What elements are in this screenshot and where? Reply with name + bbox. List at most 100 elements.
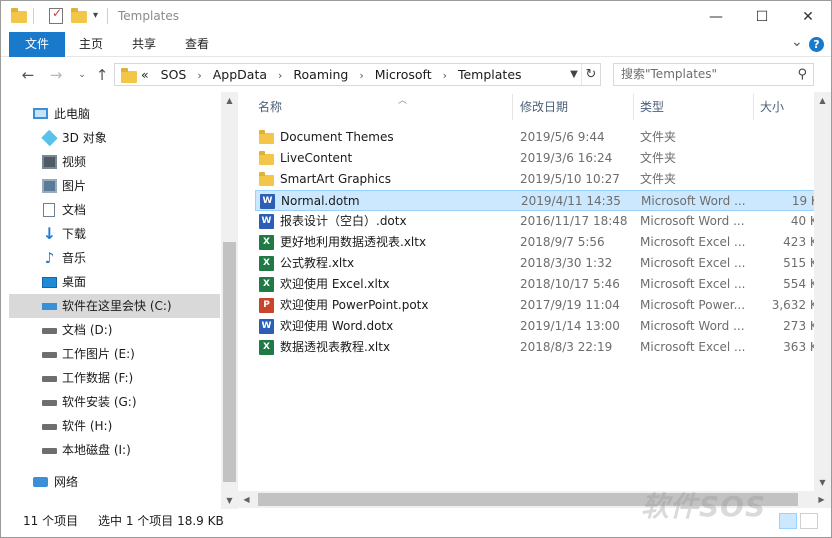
- forward-arrow-icon[interactable]: →: [47, 66, 65, 84]
- file-date: 2018/9/7 5:56: [520, 235, 605, 249]
- file-type: 文件夹: [640, 130, 677, 144]
- nav-item-desktop[interactable]: 桌面: [9, 270, 220, 294]
- scroll-up-icon[interactable]: ▲: [221, 92, 238, 109]
- breadcrumb-separator-icon[interactable]: ›: [278, 69, 282, 82]
- sort-ascending-icon: ︿: [398, 96, 408, 106]
- nav-item-pictures[interactable]: 图片: [9, 174, 220, 198]
- breadcrumb-separator-icon[interactable]: ›: [359, 69, 363, 82]
- scrollbar-thumb[interactable]: [223, 242, 236, 482]
- file-date: 2016/11/17 18:48: [520, 214, 628, 228]
- file-row[interactable]: X 欢迎使用 Excel.xltx 2018/10/17 5:46 Microsoft…: [255, 274, 831, 295]
- nav-item-downloads[interactable]: ↓ 下载: [9, 222, 220, 246]
- maximize-button[interactable]: ☐: [739, 1, 785, 32]
- tab-share[interactable]: 共享: [123, 32, 165, 57]
- nav-item-drive-e[interactable]: 工作图片 (E:): [9, 342, 220, 366]
- file-row[interactable]: LiveContent 2019/3/6 16:24 文件夹: [255, 148, 831, 169]
- back-arrow-icon[interactable]: ←: [19, 66, 37, 84]
- tab-file[interactable]: 文件: [9, 32, 65, 57]
- file-row[interactable]: SmartArt Graphics 2019/5/10 10:27 文件夹: [255, 169, 831, 190]
- file-list-vertical-scrollbar[interactable]: ▲ ▼: [814, 92, 831, 491]
- column-header-type[interactable]: 类型: [640, 92, 750, 122]
- scroll-up-icon[interactable]: ▲: [814, 92, 831, 109]
- nav-item-documents[interactable]: 文档: [9, 198, 220, 222]
- video-icon: [42, 155, 57, 169]
- nav-item-drive-i[interactable]: 本地磁盘 (I:): [9, 438, 220, 462]
- file-name: 欢迎使用 Word.dotx: [280, 319, 394, 333]
- address-folder-icon: [121, 68, 137, 83]
- file-row[interactable]: X 更好地利用数据透视表.xltx 2018/9/7 5:56 Microsoft E…: [255, 232, 831, 253]
- scroll-left-icon[interactable]: ◀: [238, 491, 255, 508]
- drive-icon: [42, 328, 57, 334]
- file-date: 2019/4/11 14:35: [521, 194, 621, 208]
- nav-item-drive-c[interactable]: 软件在这里会快 (C:): [9, 294, 220, 318]
- recent-locations-chevron-icon[interactable]: ⌄: [73, 70, 91, 80]
- nav-item-videos[interactable]: 视频: [9, 150, 220, 174]
- file-row[interactable]: X 公式教程.xltx 2018/3/30 1:32 Microsoft Excel …: [255, 253, 831, 274]
- drive-icon: [42, 352, 57, 358]
- navigation-pane: 此电脑 3D 对象 视频 图片 文档 ↓ 下载 ♪ 音乐 桌面 软件在这里会快 …: [1, 92, 238, 509]
- breadcrumb-separator-icon[interactable]: ›: [197, 69, 201, 82]
- word-file-icon: W: [259, 319, 274, 334]
- drive-icon: [42, 400, 57, 406]
- file-type: Microsoft Word ...: [641, 194, 746, 208]
- scroll-down-icon[interactable]: ▼: [814, 474, 831, 491]
- refresh-icon[interactable]: ↻: [581, 64, 600, 85]
- nav-pane-scrollbar[interactable]: ▲ ▼: [221, 92, 238, 509]
- properties-icon[interactable]: ✓: [49, 6, 63, 24]
- breadcrumb-item[interactable]: Templates: [458, 67, 522, 82]
- column-header-name[interactable]: 名称 ︿: [258, 92, 498, 122]
- file-row[interactable]: X 数据透视表教程.xltx 2018/8/3 22:19 Microsoft Exc…: [255, 337, 831, 358]
- scroll-right-icon[interactable]: ▶: [813, 491, 830, 508]
- file-row[interactable]: Document Themes 2019/5/6 9:44 文件夹: [255, 127, 831, 148]
- up-arrow-icon[interactable]: ↑: [93, 66, 111, 84]
- breadcrumb-item[interactable]: Roaming: [293, 67, 348, 82]
- quick-access-dropdown-icon[interactable]: ▾: [93, 8, 103, 24]
- nav-item-music[interactable]: ♪ 音乐: [9, 246, 220, 270]
- address-bar[interactable]: « SOS › AppData › Roaming › Microsoft › …: [114, 63, 601, 86]
- word-file-icon: W: [260, 194, 275, 209]
- breadcrumb-item[interactable]: Microsoft: [375, 67, 432, 82]
- breadcrumb-item[interactable]: AppData: [213, 67, 267, 82]
- tab-home[interactable]: 主页: [71, 32, 111, 57]
- details-view-icon[interactable]: [779, 513, 797, 529]
- file-list: 名称 ︿ 修改日期 类型 大小 Document Themes 2019/5/6 …: [238, 92, 831, 509]
- file-name: 数据透视表教程.xltx: [280, 340, 391, 354]
- nav-item-3d-objects[interactable]: 3D 对象: [9, 126, 220, 150]
- minimize-button[interactable]: —: [693, 1, 739, 32]
- file-row[interactable]: W 报表设计（空白）.dotx 2016/11/17 18:48 Microsoft …: [255, 211, 831, 232]
- nav-item-drive-h[interactable]: 软件 (H:): [9, 414, 220, 438]
- file-row[interactable]: P 欢迎使用 PowerPoint.potx 2017/9/19 11:04 Micr…: [255, 295, 831, 316]
- help-icon[interactable]: ?: [809, 37, 824, 52]
- drive-c-icon: [42, 303, 57, 310]
- tab-view[interactable]: 查看: [176, 32, 218, 57]
- breadcrumb-overflow[interactable]: «: [141, 67, 149, 82]
- search-icon[interactable]: ⚲: [797, 64, 807, 85]
- nav-item-drive-g[interactable]: 软件安装 (G:): [9, 390, 220, 414]
- drive-icon: [42, 424, 57, 430]
- address-dropdown-icon[interactable]: ▼: [567, 65, 581, 84]
- file-row[interactable]: W 欢迎使用 Word.dotx 2019/1/14 13:00 Microsoft …: [255, 316, 831, 337]
- word-file-icon: W: [259, 214, 274, 229]
- search-box[interactable]: 搜索"Templates" ⚲: [613, 63, 814, 86]
- nav-item-network[interactable]: 网络: [9, 470, 220, 494]
- new-folder-icon[interactable]: [71, 8, 87, 24]
- scroll-down-icon[interactable]: ▼: [221, 492, 238, 509]
- breadcrumb: « SOS › AppData › Roaming › Microsoft › …: [141, 64, 522, 85]
- nav-item-this-pc[interactable]: 此电脑: [9, 102, 220, 126]
- close-button[interactable]: ✕: [785, 1, 831, 32]
- file-name: Normal.dotm: [281, 194, 360, 208]
- file-date: 2018/3/30 1:32: [520, 256, 613, 270]
- breadcrumb-separator-icon[interactable]: ›: [443, 69, 447, 82]
- file-type: Microsoft Excel ...: [640, 340, 746, 354]
- file-row[interactable]: W Normal.dotm 2019/4/11 14:35 Microsoft Wor…: [255, 190, 831, 211]
- nav-item-drive-d[interactable]: 文档 (D:): [9, 318, 220, 342]
- explorer-window: ✓ ▾ Templates — ☐ ✕ 文件 主页 共享 查看 ⌄ ? ← → …: [0, 0, 832, 538]
- ribbon-expand-icon[interactable]: ⌄: [791, 34, 803, 50]
- breadcrumb-item[interactable]: SOS: [161, 67, 187, 82]
- search-input[interactable]: 搜索"Templates": [621, 64, 717, 85]
- large-icons-view-icon[interactable]: [800, 513, 818, 529]
- item-count: 11 个项目: [23, 514, 79, 528]
- nav-item-drive-f[interactable]: 工作数据 (F:): [9, 366, 220, 390]
- column-header-date[interactable]: 修改日期: [520, 92, 630, 122]
- column-header-size[interactable]: 大小: [760, 92, 820, 122]
